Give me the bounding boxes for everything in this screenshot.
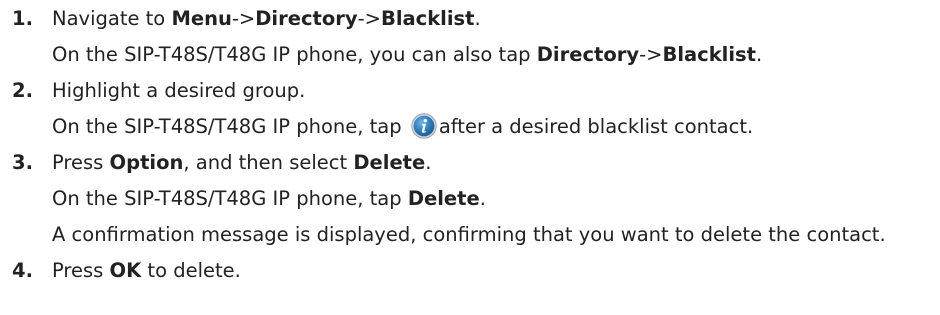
note-text: On the SIP-T48S/T48G IP phone, tap — [52, 187, 408, 210]
delete-keyword: Delete — [353, 151, 426, 174]
step-2-note: On the SIP-T48S/T48G IP phone, tap after… — [52, 109, 753, 145]
step-text: to delete. — [141, 259, 241, 282]
directory-keyword: Directory — [255, 7, 358, 30]
info-icon — [411, 113, 437, 139]
directory-keyword: Directory — [536, 43, 640, 66]
delete-keyword: Delete — [407, 187, 480, 210]
arrow-separator: -> — [231, 7, 256, 30]
arrow-separator: -> — [639, 43, 663, 66]
step-number: 4. — [12, 259, 33, 282]
arrow-separator: -> — [357, 7, 381, 30]
step-number: 3. — [12, 151, 33, 174]
step-1: 1. Navigate to Menu->Directory->Blacklist… — [12, 1, 481, 37]
period: . — [479, 187, 486, 210]
period: . — [755, 43, 763, 66]
step-3-note-2: A confirmation message is displayed, con… — [52, 217, 886, 253]
step-number: 2. — [12, 79, 33, 102]
blacklist-keyword: Blacklist — [662, 43, 756, 66]
step-1-note: On the SIP-T48S/T48G IP phone, you can a… — [52, 37, 762, 73]
step-number: 1. — [12, 7, 33, 30]
period: . — [474, 7, 481, 30]
note-text: On the SIP-T48S/T48G IP phone, you can a… — [52, 43, 537, 66]
step-text: Press — [52, 151, 110, 174]
note-text: after a desired blacklist contact. — [438, 115, 754, 138]
menu-keyword: Menu — [171, 7, 232, 30]
instruction-document: 1. Navigate to Menu->Directory->Blacklist… — [0, 0, 940, 315]
period: . — [425, 151, 432, 174]
ok-keyword: OK — [109, 259, 142, 282]
option-keyword: Option — [109, 151, 184, 174]
step-text: Press — [52, 259, 110, 282]
blacklist-keyword: Blacklist — [380, 7, 475, 30]
step-3-note: On the SIP-T48S/T48G IP phone, tap Delet… — [52, 181, 486, 217]
note-text: A confirmation message is displayed, con… — [52, 223, 886, 246]
note-text: On the SIP-T48S/T48G IP phone, tap — [52, 115, 408, 138]
step-2: 2. Highlight a desired group. — [12, 73, 305, 109]
step-text: Navigate to — [52, 7, 172, 30]
step-4: 4. Press OK to delete. — [12, 253, 241, 289]
step-text: , and then select — [183, 151, 354, 174]
step-3: 3. Press Option, and then select Delete. — [12, 145, 431, 181]
step-text: Highlight a desired group. — [52, 79, 306, 102]
